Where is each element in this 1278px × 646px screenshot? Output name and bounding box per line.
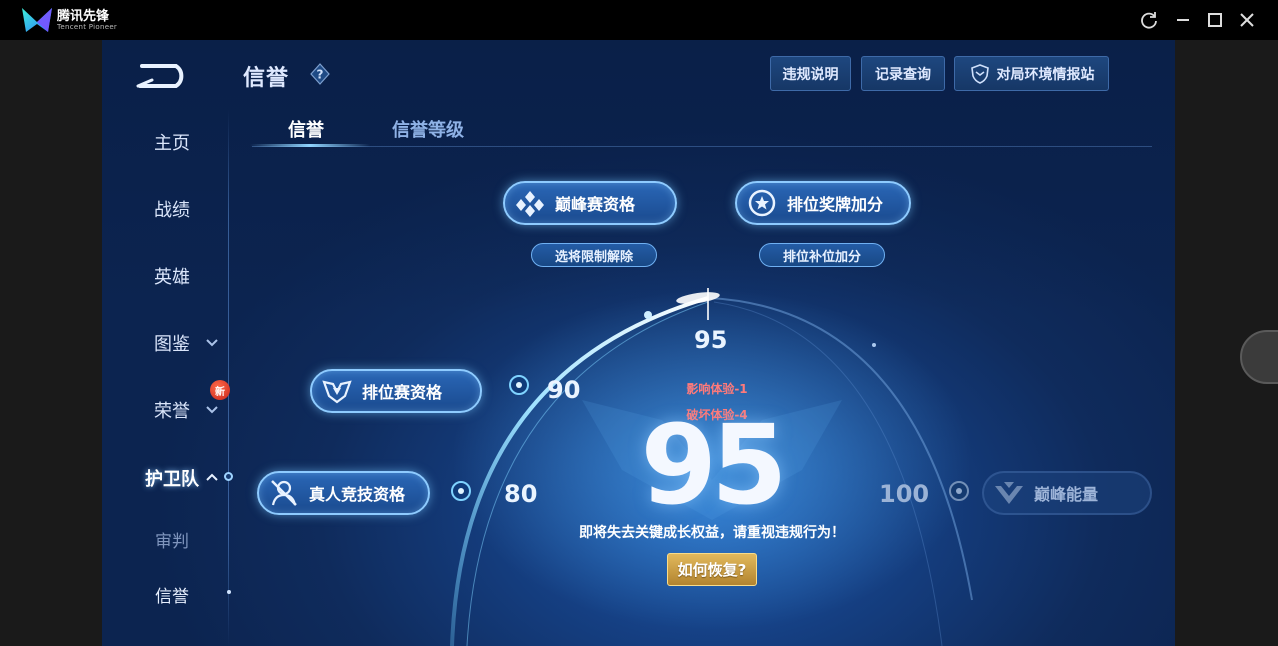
peak-energy-icon bbox=[995, 482, 1023, 504]
tab-underline bbox=[250, 144, 370, 147]
nav-credit[interactable]: 信誉 bbox=[122, 582, 222, 607]
back-icon[interactable] bbox=[136, 58, 192, 88]
ranked-medal-bonus-pill[interactable]: 排位奖牌加分 bbox=[735, 181, 911, 225]
current-score-marker: 95 bbox=[694, 326, 728, 354]
credit-arc bbox=[450, 288, 973, 646]
match-environment-station-label: 对局环境情报站 bbox=[996, 66, 1095, 83]
nav-active-indicator bbox=[224, 472, 233, 481]
impact-experience: 影响体验-1 bbox=[686, 382, 748, 396]
chevron-down-icon bbox=[206, 339, 218, 347]
chevron-up-icon bbox=[206, 473, 218, 481]
violation-explanation-button[interactable]: 违规说明 bbox=[770, 56, 851, 91]
peak-energy-pill[interactable]: 巅峰能量 bbox=[982, 471, 1152, 515]
floating-toolbar-handle[interactable] bbox=[1240, 330, 1278, 384]
refresh-icon[interactable] bbox=[1137, 8, 1161, 32]
nav-home[interactable]: 主页 bbox=[122, 129, 222, 155]
nav-heroes[interactable]: 英雄 bbox=[122, 263, 222, 289]
peak-diamond-icon bbox=[516, 191, 544, 217]
tab-credit-level[interactable]: 信誉等级 bbox=[392, 116, 464, 142]
app-name: 腾讯先锋 bbox=[57, 9, 110, 24]
minimize-icon[interactable] bbox=[1171, 8, 1195, 32]
ranked-fill-bonus-tag[interactable]: 排位补位加分 bbox=[759, 243, 885, 267]
app-subtitle: Tencent Pioneer bbox=[57, 23, 118, 31]
ranked-qualification-pill[interactable]: 排位赛资格 bbox=[310, 369, 482, 413]
live-competition-qualification-pill[interactable]: 真人竞技资格 bbox=[257, 471, 430, 515]
help-icon[interactable]: ? bbox=[308, 62, 332, 86]
nav-record[interactable]: 战绩 bbox=[122, 196, 222, 222]
emulator-title-bar: 腾讯先锋 Tencent Pioneer bbox=[0, 0, 1278, 40]
tab-credit[interactable]: 信誉 bbox=[288, 116, 324, 142]
new-badge: 新 bbox=[210, 380, 230, 400]
game-screen: 信誉 ? 违规说明 记录查询 对局环境情报站 主页 战绩 英雄 图鉴 荣誉 新 … bbox=[102, 40, 1175, 646]
no-bot-icon bbox=[271, 480, 297, 506]
maximize-icon[interactable] bbox=[1203, 8, 1227, 32]
emulator-viewport: 信誉 ? 违规说明 记录查询 对局环境情报站 主页 战绩 英雄 图鉴 荣誉 新 … bbox=[0, 40, 1278, 646]
star-medal-icon bbox=[748, 189, 776, 217]
hero-pick-unlock-tag[interactable]: 选将限制解除 bbox=[531, 243, 657, 267]
peak-qualification-pill[interactable]: 巅峰赛资格 bbox=[503, 181, 677, 225]
svg-text:?: ? bbox=[317, 68, 324, 82]
nav-judgement[interactable]: 审判 bbox=[122, 527, 222, 552]
tick-90: 90 bbox=[547, 376, 581, 404]
credit-score: 95 bbox=[640, 401, 787, 529]
shield-icon bbox=[970, 63, 989, 84]
page-title: 信誉 bbox=[243, 66, 290, 91]
how-to-recover-button[interactable]: 如何恢复? bbox=[667, 553, 757, 586]
app-logo-icon bbox=[22, 8, 52, 32]
record-query-button[interactable]: 记录查询 bbox=[861, 56, 945, 91]
chevron-down-icon bbox=[206, 406, 218, 414]
tick-100: 100 bbox=[879, 480, 930, 508]
nav-selected-dot bbox=[227, 590, 231, 594]
close-icon[interactable] bbox=[1235, 8, 1259, 32]
warning-text: 即将失去关键成长权益，请重视违规行为！ bbox=[579, 525, 845, 541]
tick-80: 80 bbox=[504, 480, 538, 508]
match-environment-station-button[interactable]: 对局环境情报站 bbox=[954, 56, 1109, 91]
ranked-wings-icon bbox=[322, 380, 352, 404]
